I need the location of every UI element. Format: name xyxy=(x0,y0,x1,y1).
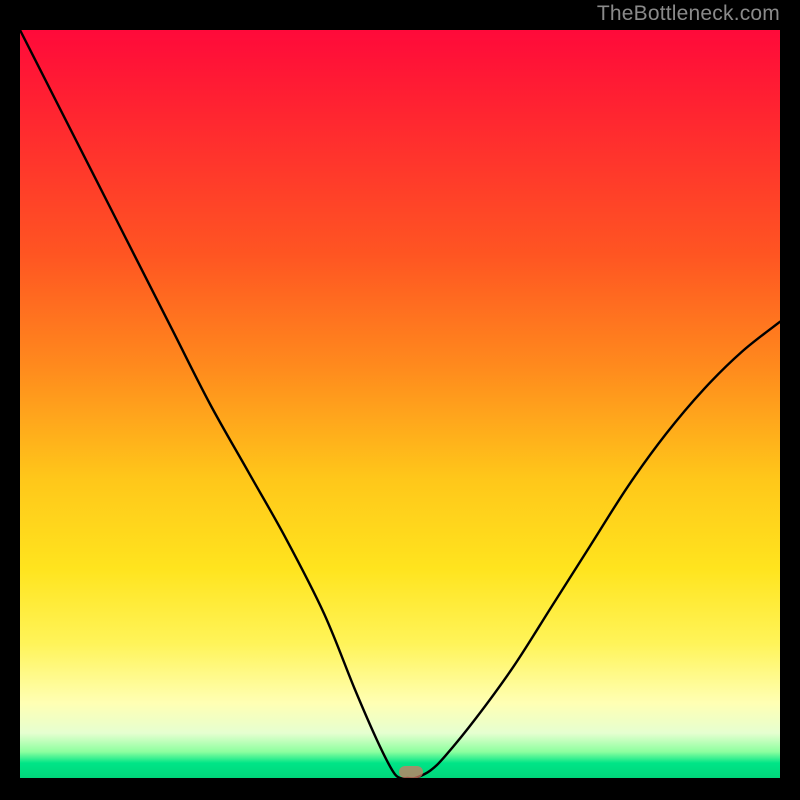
curve-svg xyxy=(20,30,780,778)
watermark-text: TheBottleneck.com xyxy=(597,2,780,26)
chart-frame: TheBottleneck.com xyxy=(10,0,790,790)
optimal-marker xyxy=(399,766,423,778)
plot-area xyxy=(20,30,780,778)
bottleneck-curve xyxy=(20,30,780,778)
